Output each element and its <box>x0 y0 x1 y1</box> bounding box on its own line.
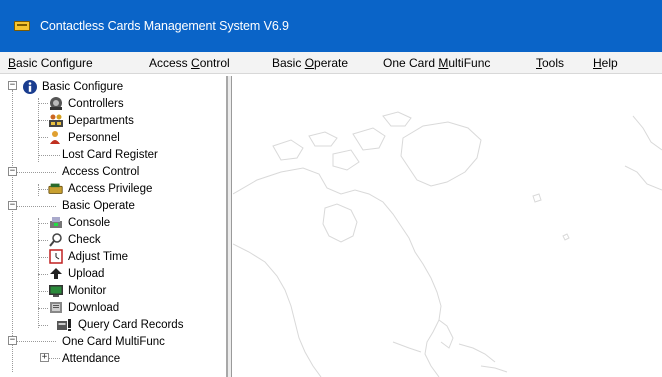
menu-help[interactable]: Help <box>593 56 618 70</box>
tree-label: Departments <box>68 114 134 127</box>
expander-basic-operate[interactable]: − <box>8 201 17 210</box>
navigation-tree[interactable]: − Basic Configure Controllers Department… <box>0 76 228 377</box>
tree-node-query-card-records[interactable]: Query Card Records <box>56 316 183 333</box>
clock-icon <box>48 249 64 264</box>
check-icon <box>48 232 64 247</box>
person-icon <box>48 130 64 145</box>
tree-label: Check <box>68 233 101 246</box>
tree-label: One Card MultiFunc <box>62 335 165 348</box>
expander-one-card-multifunc[interactable]: − <box>8 336 17 345</box>
console-icon <box>48 215 64 230</box>
tree-label: Adjust Time <box>68 250 129 263</box>
tree-node-controllers[interactable]: Controllers <box>48 95 124 112</box>
menu-basic-operate[interactable]: Basic Operate <box>272 56 348 70</box>
expander-access-control[interactable]: − <box>8 167 17 176</box>
tree-node-upload[interactable]: Upload <box>48 265 104 282</box>
menu-access-control[interactable]: Access Control <box>149 56 230 70</box>
menu-bar: Basic Configure Access Control Basic Ope… <box>0 52 662 74</box>
tree-node-basic-operate[interactable]: Basic Operate <box>62 197 135 214</box>
tree-label: Console <box>68 216 111 229</box>
departments-icon <box>48 113 64 128</box>
tree-label: Monitor <box>68 284 107 297</box>
panel-splitter[interactable] <box>228 76 232 377</box>
tree-node-console[interactable]: Console <box>48 214 110 231</box>
monitor-icon <box>48 283 64 298</box>
menu-one-card-multifunc[interactable]: One Card MultiFunc <box>383 56 490 70</box>
expander-attendance[interactable]: + <box>40 353 49 362</box>
tree-node-lost-card-register[interactable]: Lost Card Register <box>62 146 158 163</box>
tree-label: Lost Card Register <box>62 148 158 161</box>
tree-node-one-card-multifunc[interactable]: One Card MultiFunc <box>62 333 165 350</box>
tree-label: Access Control <box>62 165 140 178</box>
tree-node-basic-configure[interactable]: Basic Configure <box>22 78 123 95</box>
tree-node-access-privilege[interactable]: Access Privilege <box>48 180 152 197</box>
tree-node-departments[interactable]: Departments <box>48 112 134 129</box>
menu-tools[interactable]: Tools <box>536 56 564 70</box>
map-view <box>233 76 662 377</box>
tree-node-adjust-time[interactable]: Adjust Time <box>48 248 128 265</box>
tree-label: Basic Operate <box>62 199 135 212</box>
menu-basic-configure[interactable]: Basic Configure <box>8 56 93 70</box>
tree-node-check[interactable]: Check <box>48 231 101 248</box>
tree-node-personnel[interactable]: Personnel <box>48 129 120 146</box>
tree-label: Attendance <box>62 352 121 365</box>
map-outline <box>233 111 662 377</box>
cards-icon <box>14 19 32 33</box>
tree-label: Access Privilege <box>68 182 153 195</box>
title-bar: Contactless Cards Management System V6.9 <box>0 0 662 52</box>
window-title: Contactless Cards Management System V6.9 <box>40 19 289 33</box>
controller-icon <box>48 96 64 111</box>
tree-label: Personnel <box>68 131 120 144</box>
query-records-icon <box>56 317 74 332</box>
upload-icon <box>48 266 64 281</box>
tree-label: Upload <box>68 267 105 280</box>
tree-label: Controllers <box>68 97 124 110</box>
info-icon <box>22 79 38 94</box>
tree-label: Basic Configure <box>42 80 124 93</box>
tree-node-access-control[interactable]: Access Control <box>62 163 139 180</box>
tree-label: Download <box>68 301 120 314</box>
card-reader-icon <box>48 181 64 196</box>
download-icon <box>48 300 64 315</box>
expander-basic-configure[interactable]: − <box>8 81 17 90</box>
tree-node-download[interactable]: Download <box>48 299 119 316</box>
tree-node-attendance[interactable]: Attendance <box>62 350 120 367</box>
tree-node-monitor[interactable]: Monitor <box>48 282 106 299</box>
tree-label: Query Card Records <box>78 318 184 331</box>
